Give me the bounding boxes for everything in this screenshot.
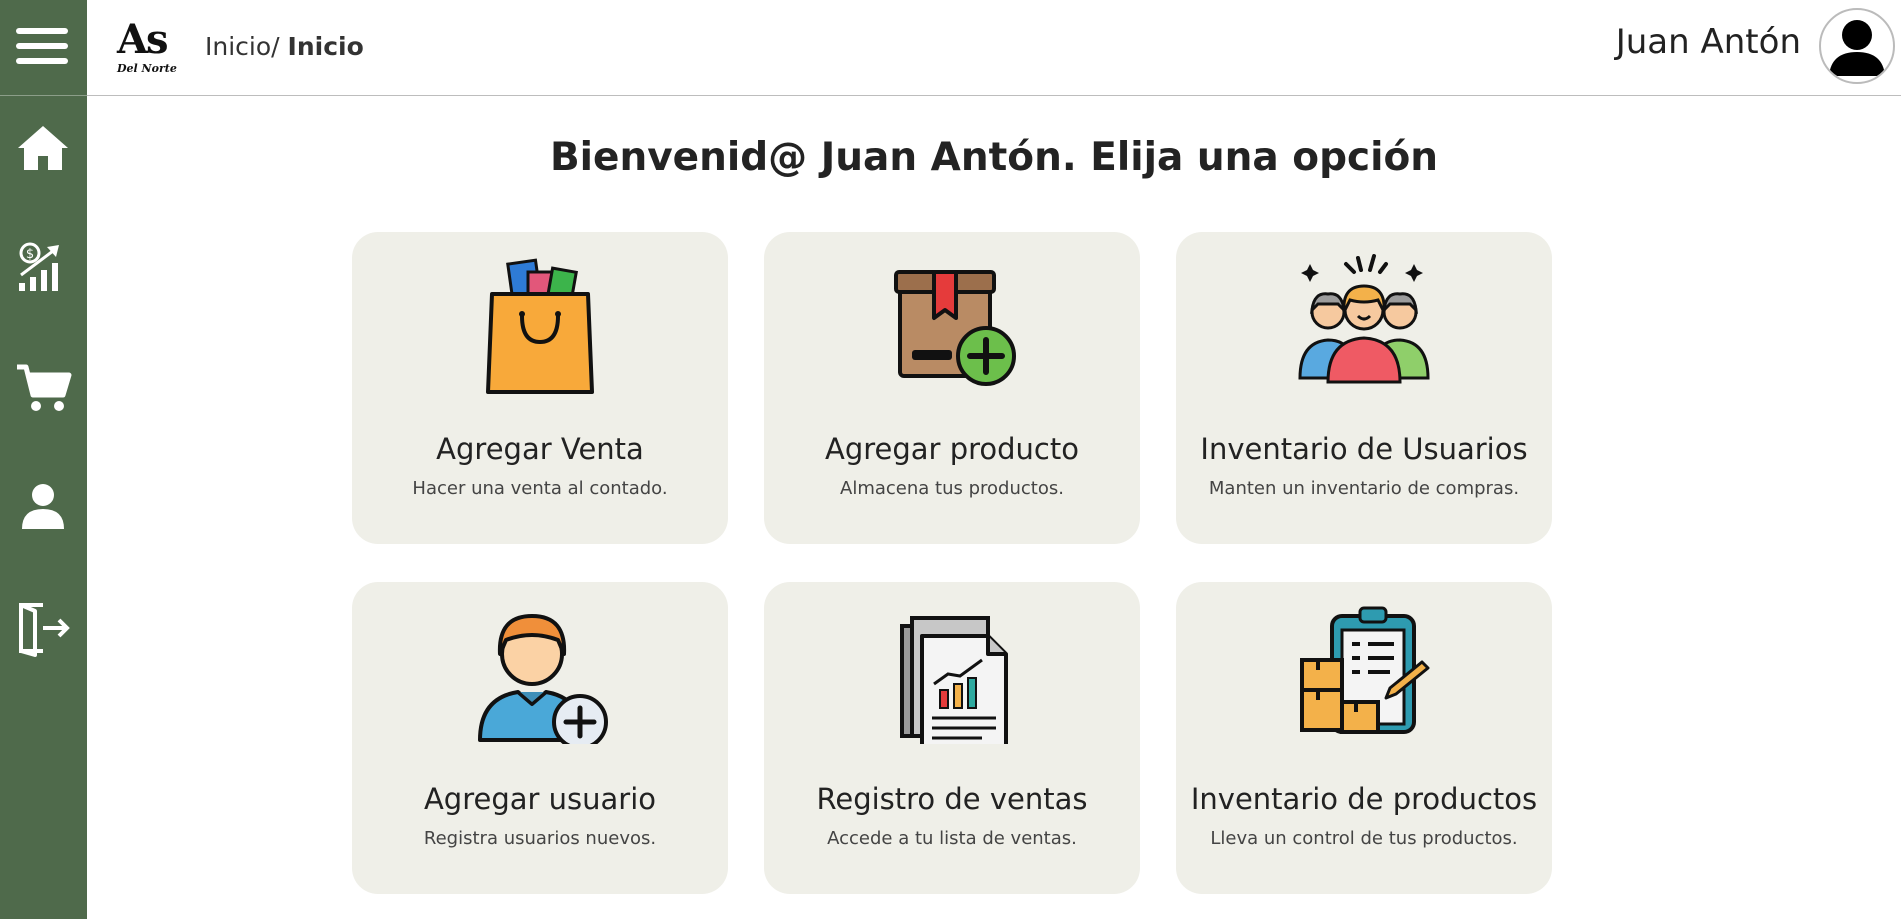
- user-name: Juan Antón: [1615, 22, 1801, 62]
- card-title: Agregar Venta: [436, 432, 644, 466]
- card-description: Hacer una venta al contado.: [412, 478, 668, 499]
- menu-icon[interactable]: [16, 28, 68, 68]
- card-description: Registra usuarios nuevos.: [423, 828, 657, 849]
- avatar-icon: [1829, 20, 1885, 76]
- card-inventario-productos[interactable]: Inventario de productos Lleva un control…: [1176, 582, 1552, 894]
- card-description: Almacena tus productos.: [840, 478, 1064, 499]
- sales-chart-icon[interactable]: $: [13, 237, 73, 297]
- report-documents-icon: [882, 604, 1022, 744]
- card-agregar-producto[interactable]: Agregar producto Almacena tus productos.: [764, 232, 1140, 544]
- card-agregar-usuario[interactable]: Agregar usuario Registra usuarios nuevos…: [352, 582, 728, 894]
- user-icon[interactable]: [13, 477, 73, 537]
- cart-icon[interactable]: [13, 357, 73, 417]
- card-description: Manten un inventario de compras.: [1208, 478, 1520, 499]
- sidebar-divider: [0, 95, 87, 96]
- breadcrumb-root[interactable]: Inicio/: [205, 32, 280, 61]
- box-add-icon: [882, 254, 1022, 394]
- card-inventario-usuarios[interactable]: Inventario de Usuarios Manten un inventa…: [1176, 232, 1552, 544]
- card-description: Accede a tu lista de ventas.: [827, 828, 1077, 849]
- people-group-icon: [1294, 254, 1434, 394]
- card-registro-ventas[interactable]: Registro de ventas Accede a tu lista de …: [764, 582, 1140, 894]
- card-agregar-venta[interactable]: Agregar Venta Hacer una venta al contado…: [352, 232, 728, 544]
- logo-text: As: [117, 16, 169, 63]
- breadcrumb: Inicio/ Inicio: [205, 32, 364, 61]
- page-title: Bienvenid@ Juan Antón. Elija una opción: [549, 135, 1439, 180]
- card-title: Agregar usuario: [423, 782, 657, 816]
- clipboard-boxes-icon: [1294, 604, 1434, 744]
- logout-icon[interactable]: [13, 597, 73, 657]
- brand-logo[interactable]: As Del Norte: [117, 18, 179, 76]
- card-description: Lleva un control de tus productos.: [1210, 828, 1518, 849]
- shopping-bag-icon: [470, 254, 610, 394]
- home-icon[interactable]: [13, 118, 73, 178]
- svg-text:$: $: [26, 247, 34, 262]
- sidebar: $: [0, 0, 87, 919]
- top-header: As Del Norte Inicio/ Inicio Juan Antón: [87, 0, 1901, 96]
- user-add-icon: [470, 604, 610, 744]
- logo-subtext: Del Norte: [117, 62, 177, 75]
- breadcrumb-current: Inicio: [287, 32, 364, 61]
- card-title: Registro de ventas: [816, 782, 1088, 816]
- card-title: Agregar producto: [825, 432, 1079, 466]
- avatar[interactable]: [1819, 8, 1895, 84]
- card-title: Inventario de productos: [1190, 782, 1538, 816]
- card-title: Inventario de Usuarios: [1200, 432, 1528, 466]
